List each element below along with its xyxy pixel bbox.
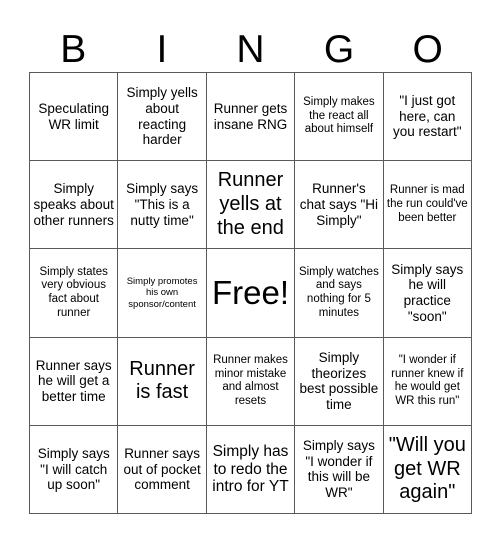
bingo-cell-label: Simply says he will practice "soon" — [391, 261, 464, 324]
bingo-cell-label: Runner's chat says "Hi Simply" — [299, 181, 379, 228]
bingo-cell[interactable]: "I wonder if runner knew if he would get… — [383, 337, 472, 426]
bingo-header-letter-i: I — [156, 28, 168, 71]
bingo-cell[interactable]: Simply says "This is a nutty time" — [118, 161, 207, 250]
bingo-cell[interactable]: Runner yells at the end — [206, 161, 296, 250]
bingo-cell-label: Simply theorizes best possible time — [299, 349, 379, 412]
bingo-header-letter-o: O — [412, 28, 443, 71]
bingo-cell[interactable]: Simply makes the react all about himself — [295, 73, 384, 162]
bingo-cell-label: Runner says he will get a better time — [35, 357, 112, 405]
bingo-cell[interactable]: Simply theorizes best possible time — [295, 337, 384, 426]
bingo-cell[interactable]: Simply says "I will catch up soon" — [30, 425, 119, 514]
bingo-cell[interactable]: Simply yells about reacting harder — [118, 73, 207, 162]
bingo-cell-label: Simply speaks about other runners — [33, 181, 114, 228]
bingo-cell[interactable]: Speculating WR limit — [30, 73, 119, 162]
bingo-cell[interactable]: "I just got here, can you restart" — [383, 73, 472, 162]
bingo-cell-label: Simply has to redo the intro for YT — [212, 442, 289, 496]
bingo-cell-label: Runner is fast — [129, 357, 195, 404]
bingo-header-letter-n: N — [236, 28, 265, 71]
bingo-cell-label: Runner yells at the end — [217, 169, 284, 239]
bingo-cell[interactable]: Simply promotes his own sponsor/content — [118, 249, 207, 338]
bingo-cell[interactable]: Runner's chat says "Hi Simply" — [295, 161, 384, 250]
bingo-cell-label: Simply states very obvious fact about ru… — [39, 265, 108, 319]
bingo-cell-label: Simply yells about reacting harder — [126, 85, 198, 148]
bingo-header-row: B I N G O — [29, 16, 472, 70]
bingo-cell[interactable]: Simply speaks about other runners — [30, 161, 119, 250]
bingo-grid: Speculating WR limit Simply yells about r… — [29, 72, 472, 514]
bingo-card: B I N G O Speculating WR limit Simply yel… — [0, 0, 500, 544]
bingo-cell-label: Simply says "This is a nutty time" — [126, 181, 199, 228]
bingo-cell[interactable]: Runner makes minor mistake and almost re… — [206, 337, 296, 426]
bingo-cell-label: Simply says "I wonder if this will be WR… — [302, 438, 375, 501]
bingo-cell[interactable]: Simply says "I wonder if this will be WR… — [295, 425, 384, 514]
bingo-cell[interactable]: Simply says he will practice "soon" — [383, 249, 472, 338]
bingo-cell-label: Simply watches and says nothing for 5 mi… — [298, 265, 379, 319]
bingo-cell[interactable]: Runner gets insane RNG — [206, 73, 296, 162]
bingo-cell[interactable]: Simply has to redo the intro for YT — [206, 425, 296, 514]
bingo-cell-label: Runner says out of pocket comment — [123, 445, 201, 493]
bingo-cell-label: Simply makes the react all about himself — [303, 96, 375, 136]
bingo-cell[interactable]: Runner is fast — [118, 337, 207, 426]
bingo-cell[interactable]: Runner says he will get a better time — [30, 337, 119, 426]
bingo-cell-label: Free! — [211, 273, 289, 311]
bingo-cell[interactable]: "Will you get WR again" — [383, 425, 472, 514]
bingo-header-letter-b: B — [60, 28, 87, 71]
bingo-cell-label: Runner is mad the run could've been bett… — [386, 184, 468, 224]
bingo-cell-free[interactable]: Free! — [206, 249, 296, 338]
bingo-cell-label: Speculating WR limit — [38, 100, 109, 132]
bingo-cell[interactable]: Simply states very obvious fact about ru… — [30, 249, 119, 338]
bingo-cell-label: Simply promotes his own sponsor/content — [126, 275, 198, 310]
bingo-cell-label: "I wonder if runner knew if he would get… — [391, 354, 464, 407]
bingo-cell-label: "I just got here, can you restart" — [393, 93, 462, 140]
bingo-cell-label: "Will you get WR again" — [388, 434, 466, 504]
bingo-cell[interactable]: Runner is mad the run could've been bett… — [383, 161, 472, 250]
bingo-cell-label: Runner makes minor mistake and almost re… — [213, 354, 288, 407]
bingo-cell-label: Runner gets insane RNG — [213, 100, 288, 132]
bingo-cell[interactable]: Runner says out of pocket comment — [118, 425, 207, 514]
bingo-cell-label: Simply says "I will catch up soon" — [37, 445, 110, 493]
bingo-header-letter-g: G — [323, 28, 355, 71]
bingo-cell[interactable]: Simply watches and says nothing for 5 mi… — [295, 249, 384, 338]
